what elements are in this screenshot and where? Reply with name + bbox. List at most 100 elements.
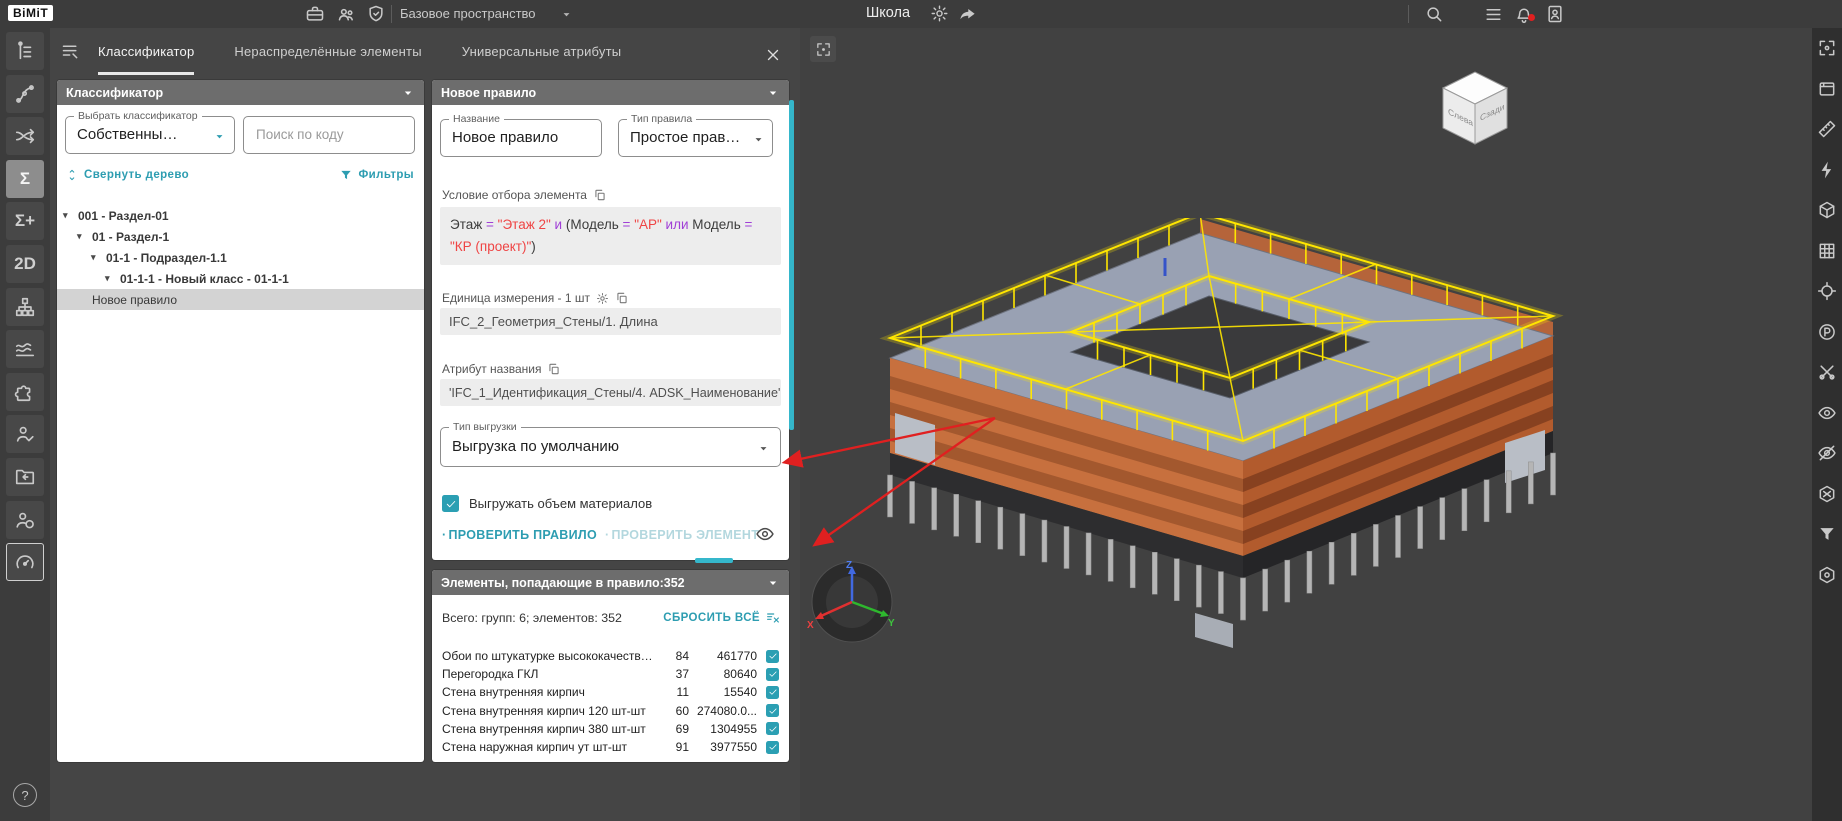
grid-icon[interactable] (1815, 239, 1839, 263)
fit-selection-button[interactable] (810, 36, 836, 62)
check-rule-button[interactable]: ПРОВЕРИТЬ ПРАВИЛО (442, 528, 597, 542)
classifier-add-icon[interactable]: Σ+ (6, 202, 44, 240)
tree-caret-icon[interactable]: ▾ (77, 231, 87, 242)
export-type-select[interactable]: Тип выгрузки Выгрузка по умолчанию (440, 427, 781, 467)
attr-value-field[interactable]: 'IFC_1_Идентификация_Стены/4. ADSK_Наиме… (440, 379, 781, 406)
copy-icon[interactable] (615, 291, 629, 305)
classifier-panel-header[interactable]: Классификатор (57, 80, 424, 105)
model-tree-icon[interactable] (6, 32, 44, 70)
building-model[interactable] (865, 218, 1565, 668)
rule-type-select[interactable]: Тип правила Простое прав… (618, 119, 773, 157)
tab-3[interactable]: Универсальные атрибуты (462, 28, 622, 75)
viewport-3d[interactable]: Слева Сзади Z Y X (800, 28, 1812, 821)
chevron-down-icon[interactable] (757, 442, 770, 455)
show-icon[interactable] (1815, 401, 1839, 425)
shield-icon[interactable] (366, 4, 386, 24)
view-cube[interactable]: Слева Сзади (1435, 64, 1515, 148)
panel-menu-icon[interactable] (60, 41, 81, 62)
search-icon[interactable] (1424, 4, 1444, 24)
code-search-input[interactable]: Поиск по коду (243, 116, 415, 154)
user-check-icon[interactable] (6, 415, 44, 453)
chevron-down-icon[interactable] (213, 130, 226, 143)
eye-icon[interactable] (755, 524, 775, 544)
tree-item[interactable]: ▾01 - Раздел-1 (57, 226, 424, 247)
export-folder-icon[interactable] (6, 458, 44, 496)
unit-value-field[interactable]: IFC_2_Геометрия_Стены/1. Длина (440, 308, 781, 335)
materials-checkbox-label[interactable]: Выгружать объем материалов (469, 496, 652, 511)
user-status-icon[interactable] (6, 501, 44, 539)
condition-expression[interactable]: Этаж = "Этаж 2" и (Модель = "АР" или Мод… (440, 207, 781, 265)
list-menu-icon[interactable] (1484, 5, 1503, 24)
materials-checkbox[interactable] (442, 495, 459, 512)
gear-icon[interactable] (930, 4, 949, 23)
mapping-icon[interactable] (6, 117, 44, 155)
views-icon[interactable] (1815, 77, 1839, 101)
charts-icon[interactable] (6, 330, 44, 368)
chevron-down-icon[interactable] (752, 133, 765, 146)
hide-icon[interactable] (1815, 441, 1839, 465)
relations-icon[interactable] (6, 75, 44, 113)
collapse-tree-button[interactable]: Свернуть дерево (65, 168, 189, 182)
element-row[interactable]: Стена внутренняя кирпич1115540 (442, 683, 779, 701)
element-row[interactable]: Перегородка ГКЛ3780640 (442, 665, 779, 683)
tree-item[interactable]: ▾01-1-1 - Новый класс - 01-1-1 (57, 268, 424, 289)
filter-icon[interactable] (1815, 522, 1839, 546)
element-row[interactable]: Стена наружная кирпич ут шт-шт913977550 (442, 738, 779, 756)
clash-icon[interactable] (1815, 158, 1839, 182)
rule-panel-header[interactable]: Новое правило (432, 80, 789, 105)
classifier-icon[interactable]: Σ (6, 160, 44, 198)
fit-view-icon[interactable] (1815, 36, 1839, 60)
briefcase-icon[interactable] (305, 4, 325, 24)
elements-panel-header[interactable]: Элементы, попадающие в правило:352 (432, 570, 789, 595)
chevron-down-icon[interactable] (401, 86, 415, 100)
tree-caret-icon[interactable]: ▾ (91, 252, 101, 263)
element-checkbox[interactable] (766, 741, 779, 754)
settings-model-icon[interactable] (1815, 563, 1839, 587)
isolate-icon[interactable] (1815, 482, 1839, 506)
element-checkbox[interactable] (766, 650, 779, 663)
element-row[interactable]: Обои по штукатурке высококачественной844… (442, 647, 779, 665)
element-row[interactable]: Стена внутренняя кирпич 380 шт-шт6913049… (442, 720, 779, 738)
reset-all-button[interactable]: СБРОСИТЬ ВСЁ (663, 610, 781, 626)
tab-2[interactable]: Нераспределённые элементы (234, 28, 421, 75)
copy-icon[interactable] (547, 362, 561, 376)
element-checkbox[interactable] (766, 704, 779, 717)
section-icon[interactable] (1815, 360, 1839, 384)
structure-icon[interactable] (6, 288, 44, 326)
copy-icon[interactable] (593, 188, 607, 202)
close-icon[interactable] (764, 46, 782, 64)
classifier-select[interactable]: Выбрать классификатор Собственны… (65, 116, 235, 154)
tree-caret-icon[interactable]: ▾ (63, 210, 73, 221)
vertical-scrollbar[interactable] (789, 100, 794, 430)
tree-caret-icon[interactable]: ▾ (105, 273, 115, 284)
tab-1[interactable]: Классификатор (98, 28, 194, 75)
dashboard-icon[interactable] (6, 543, 44, 581)
focus-target-icon[interactable] (1815, 279, 1839, 303)
model-cube-icon[interactable] (1815, 198, 1839, 222)
element-checkbox[interactable] (766, 668, 779, 681)
element-row[interactable]: Стена внутренняя кирпич 120 шт-шт6027408… (442, 702, 779, 720)
share-icon[interactable] (958, 5, 977, 24)
element-checkbox[interactable] (766, 722, 779, 735)
chevron-down-icon[interactable] (560, 8, 573, 21)
check-element-button[interactable]: ПРОВЕРИТЬ ЭЛЕМЕНТ (605, 528, 759, 542)
tree-item[interactable]: Новое правило (57, 289, 424, 310)
workspace-selector[interactable]: Базовое пространство (400, 6, 536, 21)
tree-item[interactable]: ▾001 - Раздел-01 (57, 205, 424, 226)
measure-icon[interactable] (1815, 117, 1839, 141)
users-group-icon[interactable] (336, 4, 357, 25)
properties-icon[interactable] (1815, 320, 1839, 344)
sheet-2d-icon[interactable]: 2D (6, 245, 44, 283)
gear-icon[interactable] (596, 292, 609, 305)
rule-name-input[interactable]: Название Новое правило (440, 119, 602, 157)
filters-button[interactable]: Фильтры (339, 168, 414, 182)
plugins-icon[interactable] (6, 373, 44, 411)
chevron-down-icon[interactable] (766, 86, 780, 100)
tree-item[interactable]: ▾01-1 - Подраздел-1.1 (57, 247, 424, 268)
horizontal-scrollbar[interactable] (695, 558, 733, 563)
element-checkbox[interactable] (766, 686, 779, 699)
user-profile-icon[interactable] (1545, 4, 1565, 24)
help-icon[interactable]: ? (13, 783, 37, 807)
navigation-ball[interactable]: Z Y X (806, 556, 898, 648)
chevron-down-icon[interactable] (766, 576, 780, 590)
